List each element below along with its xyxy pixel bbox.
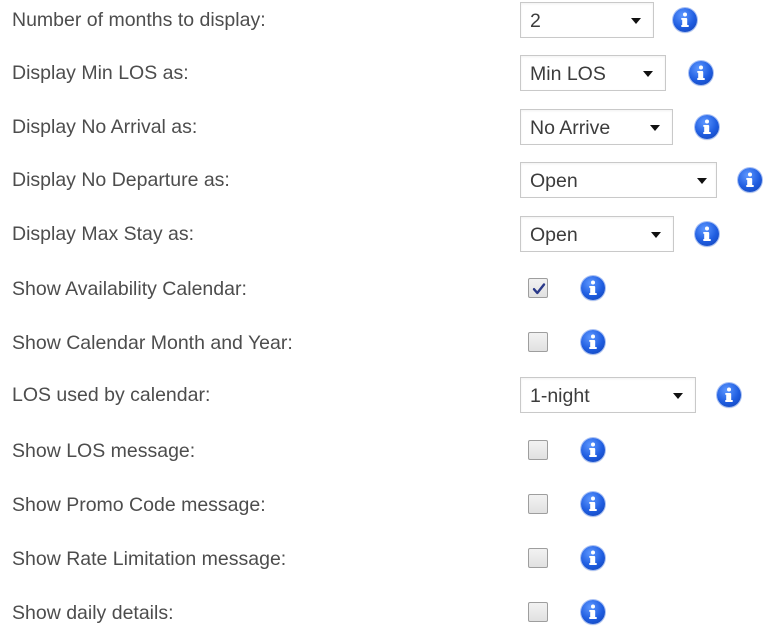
- setting-row-calendar-month-year: Show Calendar Month and Year:: [0, 325, 766, 365]
- rate-limitation-message-checkbox[interactable]: [528, 548, 548, 568]
- chevron-down-icon: [643, 71, 653, 77]
- info-icon[interactable]: [717, 383, 741, 407]
- setting-row-daily-details: Show daily details:: [0, 595, 766, 635]
- info-icon[interactable]: [581, 330, 605, 354]
- info-icon[interactable]: [581, 600, 605, 624]
- daily-details-label: Show daily details:: [12, 602, 174, 624]
- info-icon[interactable]: [581, 276, 605, 300]
- no-arrival-select[interactable]: No Arrive: [520, 109, 673, 145]
- min-los-value: Min LOS: [530, 63, 606, 85]
- setting-row-los-message: Show LOS message:: [0, 433, 766, 473]
- setting-row-promo-code-message: Show Promo Code message:: [0, 487, 766, 527]
- daily-details-checkbox[interactable]: [528, 602, 548, 622]
- info-icon[interactable]: [738, 168, 762, 192]
- availability-calendar-checkbox[interactable]: [528, 278, 548, 298]
- months-to-display-select[interactable]: 2: [520, 2, 654, 38]
- calendar-month-year-label: Show Calendar Month and Year:: [12, 332, 293, 354]
- chevron-down-icon: [650, 125, 660, 131]
- info-icon[interactable]: [695, 115, 719, 139]
- chevron-down-icon: [673, 393, 683, 399]
- rate-limitation-message-label: Show Rate Limitation message:: [12, 548, 287, 570]
- no-departure-value: Open: [530, 170, 578, 192]
- calendar-month-year-checkbox[interactable]: [528, 332, 548, 352]
- setting-row-no-departure: Display No Departure as: Open: [0, 162, 766, 202]
- los-used-by-calendar-select[interactable]: 1-night: [520, 377, 696, 413]
- los-message-label: Show LOS message:: [12, 440, 196, 462]
- chevron-down-icon: [697, 178, 707, 184]
- info-icon[interactable]: [581, 438, 605, 462]
- no-departure-select[interactable]: Open: [520, 162, 717, 198]
- info-icon[interactable]: [581, 492, 605, 516]
- chevron-down-icon: [631, 18, 641, 24]
- setting-row-min-los: Display Min LOS as: Min LOS: [0, 55, 766, 95]
- los-used-by-calendar-value: 1-night: [530, 385, 590, 407]
- setting-row-no-arrival: Display No Arrival as: No Arrive: [0, 109, 766, 149]
- no-arrival-value: No Arrive: [530, 117, 611, 139]
- setting-row-rate-limitation-message: Show Rate Limitation message:: [0, 541, 766, 581]
- max-stay-value: Open: [530, 224, 578, 246]
- min-los-label: Display Min LOS as:: [12, 62, 189, 84]
- setting-row-los-used-by-calendar: LOS used by calendar: 1-night: [0, 377, 766, 417]
- info-icon[interactable]: [581, 546, 605, 570]
- promo-code-message-checkbox[interactable]: [528, 494, 548, 514]
- max-stay-select[interactable]: Open: [520, 216, 674, 252]
- info-icon[interactable]: [695, 222, 719, 246]
- min-los-select[interactable]: Min LOS: [520, 55, 666, 91]
- no-arrival-label: Display No Arrival as:: [12, 116, 198, 138]
- los-message-checkbox[interactable]: [528, 440, 548, 460]
- setting-row-availability-calendar: Show Availability Calendar:: [0, 271, 766, 311]
- los-used-by-calendar-label: LOS used by calendar:: [12, 384, 211, 406]
- availability-calendar-label: Show Availability Calendar:: [12, 278, 247, 300]
- setting-row-max-stay: Display Max Stay as: Open: [0, 216, 766, 256]
- setting-row-months-to-display: Number of months to display: 2: [0, 2, 766, 42]
- max-stay-label: Display Max Stay as:: [12, 223, 195, 245]
- promo-code-message-label: Show Promo Code message:: [12, 494, 266, 516]
- checkmark-icon: [532, 283, 546, 295]
- months-to-display-label: Number of months to display:: [12, 9, 266, 31]
- chevron-down-icon: [651, 232, 661, 238]
- info-icon[interactable]: [689, 61, 713, 85]
- months-to-display-value: 2: [530, 10, 541, 32]
- no-departure-label: Display No Departure as:: [12, 169, 230, 191]
- info-icon[interactable]: [673, 8, 697, 32]
